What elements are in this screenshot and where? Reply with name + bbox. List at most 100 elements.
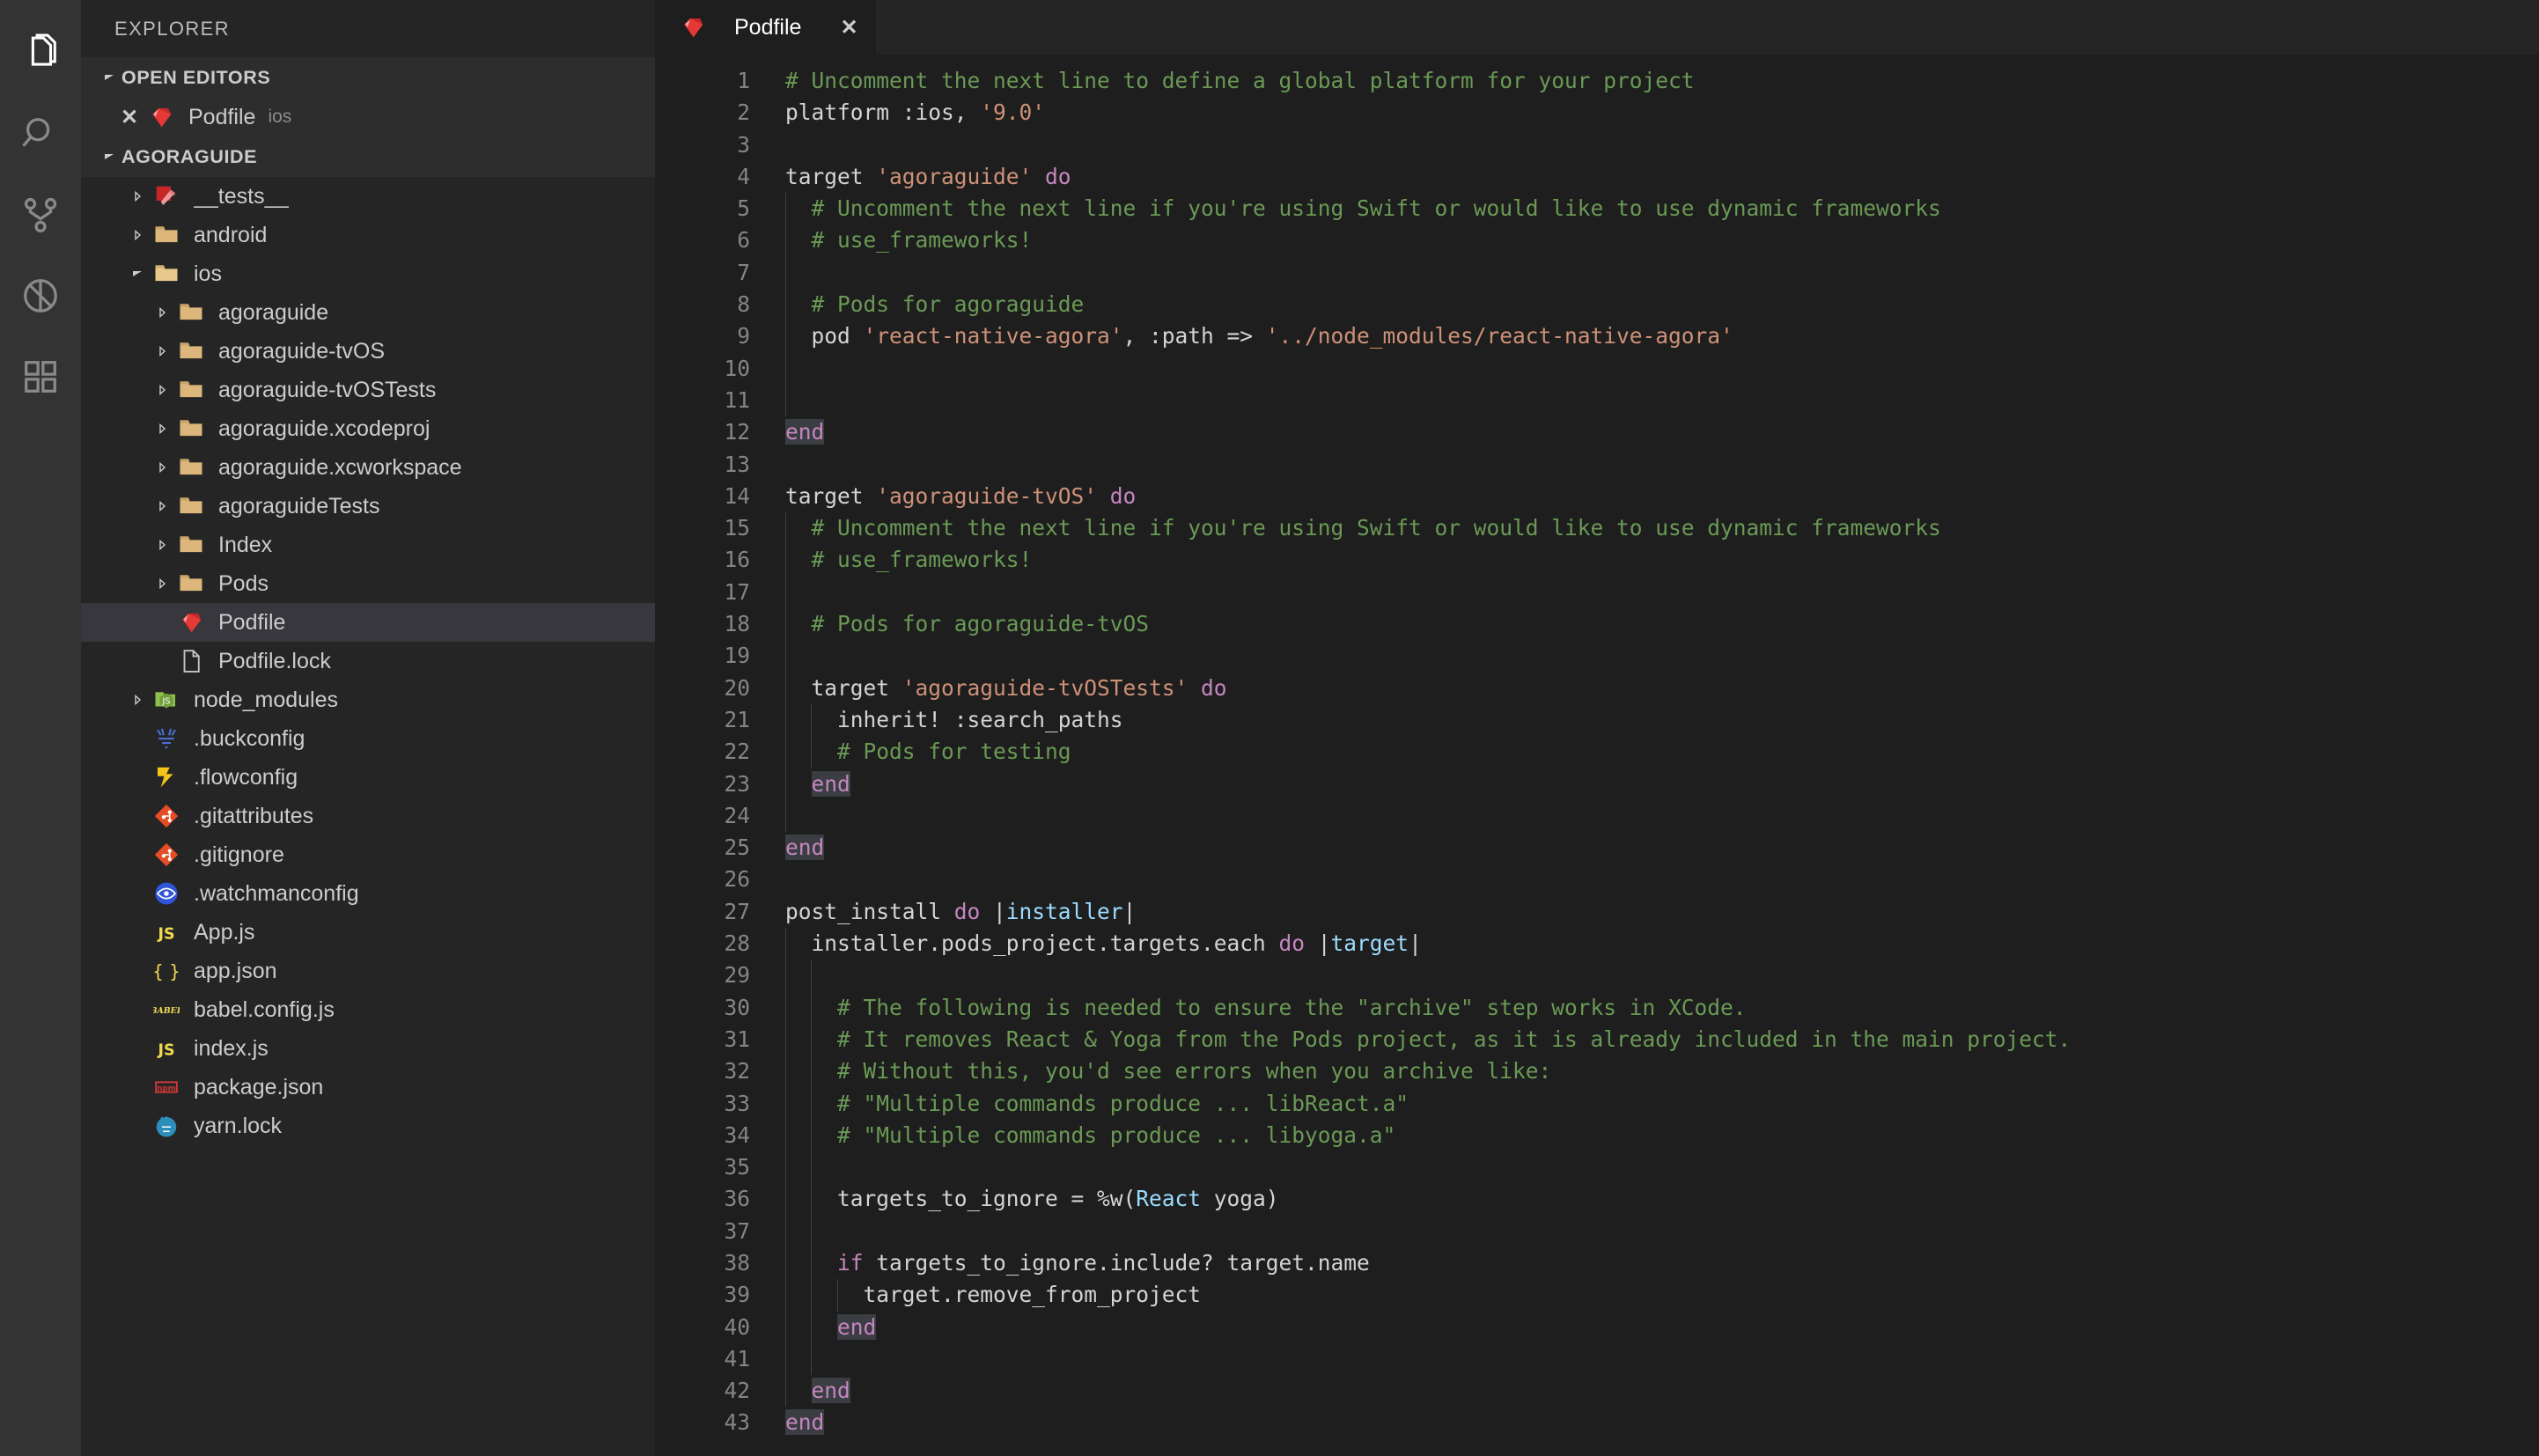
code-line[interactable]: # use_frameworks! [785, 544, 2539, 577]
code-line[interactable]: target 'agoraguide' do [785, 161, 2539, 193]
code-line[interactable]: # "Multiple commands produce ... libReac… [785, 1087, 2539, 1120]
tree-item--gitattributes[interactable]: .gitattributes [81, 797, 655, 835]
open-editor-item[interactable]: ✕ Podfile ios [81, 98, 655, 136]
tree-item-node-modules[interactable]: JS node_modules [81, 680, 655, 719]
tree-item-podfile-lock[interactable]: Podfile.lock [81, 642, 655, 680]
code-line[interactable] [785, 576, 2539, 609]
tab-close-icon[interactable]: ✕ [840, 15, 857, 40]
code-line[interactable]: end [785, 1407, 2539, 1438]
code-line[interactable]: # It removes React & Yoga from the Pods … [785, 1023, 2539, 1056]
chevron-right-icon[interactable] [150, 344, 174, 358]
code-editor[interactable]: 1 2 3 4 5 6 7 8 9 10 11 12 13 14 15 16 17 18 19 20 21 22 23 24 2… [655, 55, 2539, 1456]
code-line[interactable]: target 'agoraguide-tvOSTests' do [785, 672, 2539, 704]
project-header[interactable]: AGORAGUIDE [81, 136, 655, 177]
tree-item-android[interactable]: android [81, 216, 655, 254]
code-line[interactable]: if targets_to_ignore.include? target.nam… [785, 1246, 2539, 1280]
code-line[interactable]: # Without this, you'd see errors when yo… [785, 1055, 2539, 1088]
code-line[interactable]: pod 'react-native-agora', :path => '../n… [785, 320, 2539, 353]
code-line[interactable] [785, 640, 2539, 673]
tree-item-agoraguide-xcodeproj[interactable]: agoraguide.xcodeproj [81, 409, 655, 448]
code-line[interactable]: platform :ios, '9.0' [785, 97, 2539, 129]
code-line[interactable] [785, 1215, 2539, 1247]
tree-item-agoraguide[interactable]: agoraguide [81, 293, 655, 332]
code-line[interactable]: # The following is needed to ensure the … [785, 991, 2539, 1024]
tree-item-app-json[interactable]: { } app.json [81, 952, 655, 990]
code-line[interactable] [785, 352, 2539, 385]
code-line[interactable] [785, 1342, 2539, 1376]
code-line[interactable] [785, 384, 2539, 417]
code-line[interactable]: # Uncomment the next line if you're usin… [785, 512, 2539, 545]
svg-text:JS: JS [157, 1042, 174, 1060]
tree-item-agoraguide-tvostests[interactable]: agoraguide-tvOSTests [81, 371, 655, 409]
code-line[interactable]: # Pods for testing [785, 736, 2539, 768]
tab-podfile[interactable]: Podfile ✕ [655, 0, 876, 55]
activity-item-explorer[interactable] [0, 12, 81, 93]
tree-item-babel-config-js[interactable]: BABEL babel.config.js [81, 990, 655, 1029]
code-line[interactable] [785, 960, 2539, 992]
tree-item--flowconfig[interactable]: .flowconfig [81, 758, 655, 797]
code-line[interactable]: inherit! :search_paths [785, 703, 2539, 737]
code-line[interactable] [785, 129, 2539, 161]
code-line[interactable]: # use_frameworks! [785, 224, 2539, 257]
code-token: 'agoraguide-tvOSTests' [902, 674, 1189, 701]
tree-item-yarn-lock[interactable]: yarn.lock [81, 1107, 655, 1145]
tree-item-label: agoraguideTests [218, 493, 380, 518]
tree-item-pods[interactable]: Pods [81, 564, 655, 603]
tree-item-agoraguidetests[interactable]: agoraguideTests [81, 487, 655, 526]
code-line[interactable]: target 'agoraguide-tvOS' do [785, 481, 2539, 512]
tree-item-app-js[interactable]: JS App.js [81, 913, 655, 952]
file-icon [174, 648, 208, 674]
tree-item--gitignore[interactable]: .gitignore [81, 835, 655, 874]
tree-item-index[interactable]: Index [81, 526, 655, 564]
code-line[interactable]: targets_to_ignore = %w(React yoga) [785, 1183, 2539, 1216]
activity-item-source-control[interactable] [0, 174, 81, 255]
activity-item-debug[interactable] [0, 255, 81, 336]
code-line[interactable]: # Uncomment the next line if you're usin… [785, 193, 2539, 225]
code-line[interactable]: # "Multiple commands produce ... libyoga… [785, 1119, 2539, 1152]
chevron-down-icon[interactable] [125, 267, 150, 281]
code-line[interactable] [785, 256, 2539, 290]
code-line[interactable]: # Uncomment the next line to define a gl… [785, 65, 2539, 97]
tree-item-index-js[interactable]: JS index.js [81, 1029, 655, 1068]
chevron-right-icon[interactable] [150, 383, 174, 397]
chevron-right-icon[interactable] [150, 538, 174, 552]
code-content[interactable]: # Uncomment the next line to define a gl… [769, 55, 2539, 1456]
code-line[interactable]: # Pods for agoraguide-tvOS [785, 608, 2539, 641]
code-line[interactable]: end [785, 832, 2539, 864]
code-line[interactable] [785, 864, 2539, 895]
code-token: 'react-native-agora' [863, 323, 1123, 349]
activity-item-extensions[interactable] [0, 336, 81, 417]
tree-item--watchmanconfig[interactable]: .watchmanconfig [81, 874, 655, 913]
code-line[interactable]: installer.pods_project.targets.each do |… [785, 928, 2539, 960]
code-line[interactable]: end [785, 768, 2539, 800]
code-line[interactable]: post_install do |installer| [785, 896, 2539, 928]
chevron-right-icon[interactable] [150, 499, 174, 513]
tree-item-package-json[interactable]: npm package.json [81, 1068, 655, 1107]
close-icon[interactable]: ✕ [114, 105, 144, 130]
code-line[interactable] [785, 449, 2539, 481]
indent-guide [785, 1151, 786, 1184]
line-number: 39 [724, 1282, 750, 1308]
code-line[interactable] [785, 799, 2539, 833]
code-line[interactable]: end [785, 1311, 2539, 1343]
chevron-right-icon[interactable] [150, 305, 174, 320]
chevron-right-icon[interactable] [125, 693, 150, 707]
code-line[interactable]: target.remove_from_project [785, 1279, 2539, 1312]
activity-item-search[interactable] [0, 93, 81, 174]
tree-item--tests-[interactable]: __tests__ [81, 177, 655, 216]
tree-item-ios[interactable]: ios [81, 254, 655, 293]
code-line[interactable]: end [785, 1375, 2539, 1408]
chevron-right-icon[interactable] [125, 189, 150, 203]
chevron-right-icon[interactable] [150, 460, 174, 474]
code-line[interactable] [785, 1151, 2539, 1184]
tree-item-podfile[interactable]: Podfile [81, 603, 655, 642]
tree-item-agoraguide-tvos[interactable]: agoraguide-tvOS [81, 332, 655, 371]
chevron-right-icon[interactable] [150, 577, 174, 591]
chevron-right-icon[interactable] [150, 422, 174, 436]
open-editors-header[interactable]: OPEN EDITORS [81, 57, 655, 98]
chevron-right-icon[interactable] [125, 228, 150, 242]
tree-item--buckconfig[interactable]: .buckconfig [81, 719, 655, 758]
code-line[interactable]: end [785, 416, 2539, 448]
code-line[interactable]: # Pods for agoraguide [785, 289, 2539, 321]
tree-item-agoraguide-xcworkspace[interactable]: agoraguide.xcworkspace [81, 448, 655, 487]
